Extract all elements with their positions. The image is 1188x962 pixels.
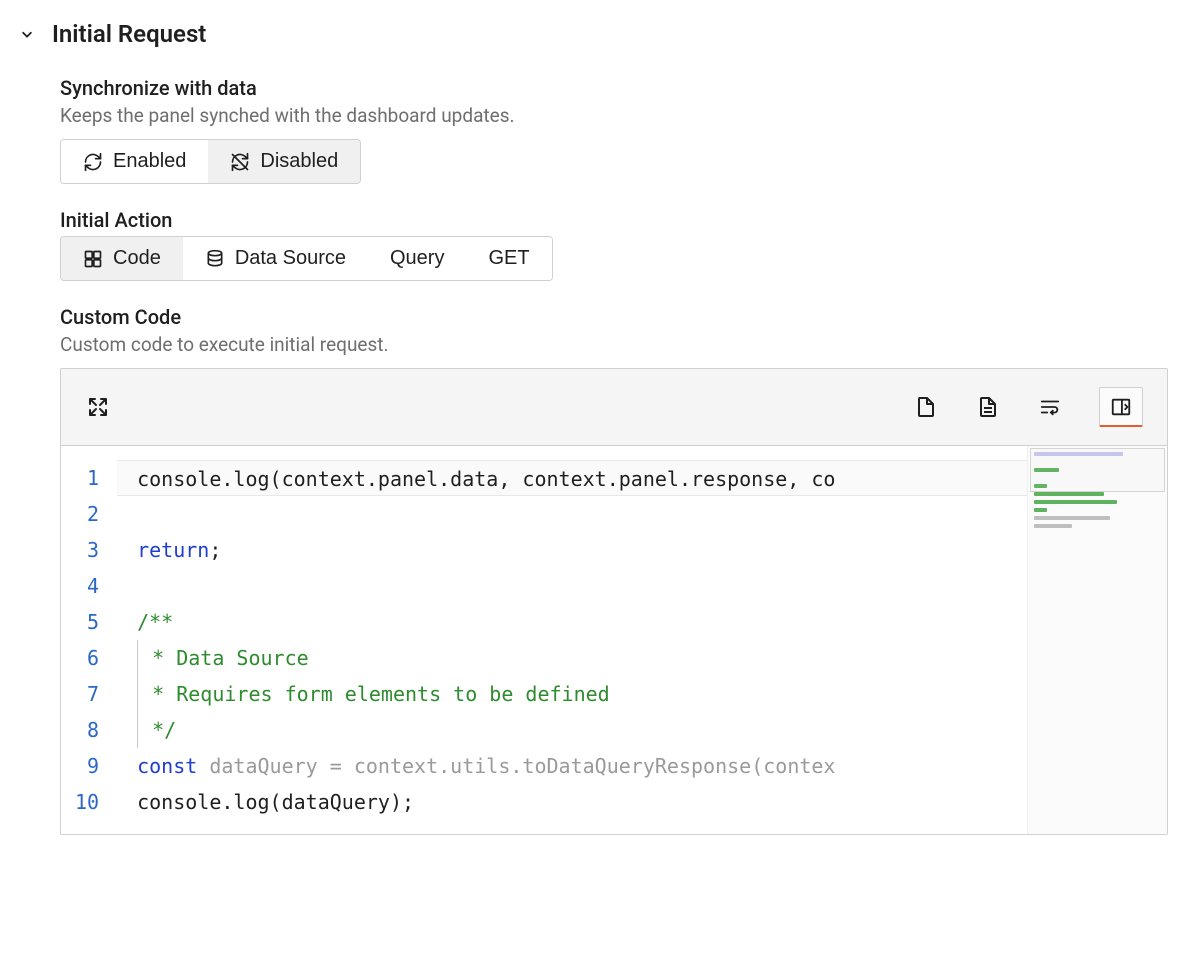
code-line[interactable]: return; — [117, 532, 1027, 568]
code-content[interactable]: console.log(context.panel.data, context.… — [117, 446, 1027, 834]
line-number: 1 — [75, 460, 99, 496]
code-line[interactable] — [117, 568, 1027, 604]
action-datasource-button[interactable]: Data Source — [183, 237, 368, 280]
code-line[interactable] — [117, 496, 1027, 532]
custom-code-description: Custom code to execute initial request. — [60, 333, 1168, 356]
sync-description: Keeps the panel synched with the dashboa… — [60, 104, 1168, 127]
initial-action-label: Initial Action — [60, 208, 1168, 232]
custom-code-field: Custom Code Custom code to execute initi… — [60, 305, 1168, 835]
sync-enabled-button[interactable]: Enabled — [61, 140, 208, 183]
sync-field: Synchronize with data Keeps the panel sy… — [60, 76, 1168, 184]
line-number: 8 — [75, 712, 99, 748]
word-wrap-icon[interactable] — [1037, 394, 1063, 420]
sync-icon — [83, 152, 103, 172]
line-number: 2 — [75, 496, 99, 532]
line-number: 10 — [75, 784, 99, 820]
line-number: 3 — [75, 532, 99, 568]
sync-label: Synchronize with data — [60, 76, 1168, 100]
action-get-button[interactable]: GET — [466, 237, 551, 280]
line-number: 9 — [75, 748, 99, 784]
minimap[interactable] — [1027, 446, 1167, 834]
code-line[interactable]: /** — [117, 604, 1027, 640]
action-query-label: Query — [390, 247, 444, 270]
action-query-button[interactable]: Query — [368, 237, 466, 280]
code-editor: 12345678910 console.log(context.panel.da… — [60, 368, 1168, 835]
line-gutter: 12345678910 — [61, 446, 117, 834]
line-number: 7 — [75, 676, 99, 712]
code-line[interactable]: console.log(dataQuery); — [117, 784, 1027, 820]
action-datasource-label: Data Source — [235, 247, 346, 270]
sync-off-icon — [230, 152, 250, 172]
expand-icon[interactable] — [85, 394, 111, 420]
section-header: Initial Request — [20, 20, 1168, 48]
action-code-button[interactable]: Code — [61, 237, 183, 280]
action-get-label: GET — [488, 247, 529, 270]
line-number: 5 — [75, 604, 99, 640]
sync-disabled-label: Disabled — [260, 150, 338, 173]
initial-action-field: Initial Action Code Data Source Query GE… — [60, 208, 1168, 281]
sync-toggle-group: Enabled Disabled — [60, 139, 361, 184]
code-line[interactable]: console.log(context.panel.data, context.… — [117, 460, 1027, 496]
code-line[interactable]: const dataQuery = context.utils.toDataQu… — [117, 748, 1027, 784]
code-line[interactable]: * Data Source — [117, 640, 1027, 676]
database-icon — [205, 249, 225, 269]
action-code-label: Code — [113, 247, 161, 270]
sync-disabled-button[interactable]: Disabled — [208, 140, 360, 183]
line-number: 4 — [75, 568, 99, 604]
run-panel-icon[interactable] — [1099, 387, 1143, 427]
editor-toolbar — [61, 369, 1167, 446]
chevron-down-icon[interactable] — [20, 27, 34, 41]
code-line[interactable]: * Requires form elements to be defined — [117, 676, 1027, 712]
code-grid-icon — [83, 249, 103, 269]
file-blank-icon[interactable] — [913, 394, 939, 420]
code-area[interactable]: 12345678910 console.log(context.panel.da… — [61, 446, 1167, 834]
initial-action-group: Code Data Source Query GET — [60, 236, 553, 281]
custom-code-label: Custom Code — [60, 305, 1168, 329]
line-number: 6 — [75, 640, 99, 676]
sync-enabled-label: Enabled — [113, 150, 186, 173]
code-line[interactable]: */ — [117, 712, 1027, 748]
section-title: Initial Request — [52, 20, 206, 48]
file-text-icon[interactable] — [975, 394, 1001, 420]
